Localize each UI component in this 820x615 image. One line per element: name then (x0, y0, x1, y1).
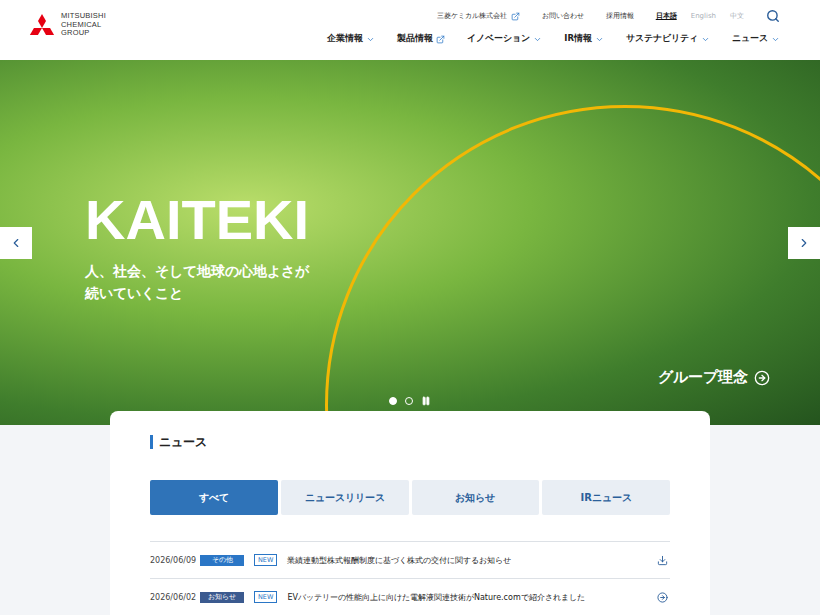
chevron-down-icon (595, 35, 604, 44)
main-nav: 企業情報 製品情報 イノベーション IR情報 サステナビリティ ニュース (327, 33, 780, 45)
site-header: MITSUBISHICHEMICALGROUP 三菱ケミカル株式会社 お問い合わせ 採… (0, 0, 820, 60)
next-slide-button[interactable] (788, 227, 820, 259)
philosophy-link[interactable]: グループ理念 (658, 368, 770, 387)
pause-button[interactable] (421, 396, 431, 406)
news-tabs: すべてニュースリリースお知らせIRニュース (150, 480, 670, 515)
news-tag: その他 (200, 555, 244, 566)
circle-arrow-right-icon (754, 370, 770, 386)
news-tab[interactable]: お知らせ (412, 480, 540, 515)
language-link[interactable]: 中文 (730, 11, 744, 21)
pause-icon (421, 396, 431, 406)
chevron-down-icon (533, 35, 542, 44)
hero-subtitle: 人、社会、そして地球の心地よさが続いていくこと (85, 260, 820, 304)
nav-item[interactable]: 製品情報 (397, 33, 445, 45)
language-switch: 日本語 English 中文 (656, 11, 744, 21)
chevron-down-icon (701, 35, 710, 44)
logo-text: MITSUBISHICHEMICALGROUP (61, 12, 106, 38)
external-link-icon (511, 12, 520, 21)
news-date: 2026/06/02 (150, 593, 190, 602)
news-list: 2026/06/09 その他 NEW 業績連動型株式報酬制度に基づく株式の交付に関する… (150, 541, 670, 615)
news-tag: お知らせ (200, 592, 244, 603)
new-badge: NEW (254, 554, 277, 566)
utility-link[interactable]: 三菱ケミカル株式会社 (437, 11, 520, 21)
hero-title: KAITEKI (85, 192, 820, 248)
nav-item[interactable]: ニュース (732, 33, 780, 45)
slide-dot[interactable] (405, 397, 413, 405)
news-headline: EVバッテリーの性能向上に向けた電解液関連技術がNature.comで紹介されま… (287, 592, 647, 603)
news-date: 2026/06/09 (150, 556, 190, 565)
download-icon (657, 555, 668, 566)
language-link[interactable]: 日本語 (656, 11, 677, 21)
news-card: ニュースすべてニュースリリースお知らせIRニュース2026/06/09その他NE… (110, 411, 710, 615)
news-tab[interactable]: IRニュース (542, 480, 670, 515)
news-tab[interactable]: ニュースリリース (281, 480, 409, 515)
nav-item[interactable]: サステナビリティ (626, 33, 710, 45)
news-headline: 業績連動型株式報酬制度に基づく株式の交付に関するお知らせ (287, 555, 647, 566)
hero-carousel: KAITEKI 人、社会、そして地球の心地よさが続いていくことグループ理念 (0, 60, 820, 425)
circle-arrow-right-icon (657, 592, 668, 603)
utility-link[interactable]: お問い合わせ (542, 11, 584, 21)
language-link[interactable]: English (691, 12, 716, 20)
news-row[interactable]: 2026/06/02 お知らせ NEW EVバッテリーの性能向上に向けた電解液関連技術… (150, 578, 670, 615)
prev-slide-button[interactable] (0, 227, 32, 259)
slide-indicators (389, 396, 431, 406)
external-link-icon (436, 35, 445, 44)
search-icon[interactable] (766, 9, 780, 23)
news-tab[interactable]: すべて (150, 480, 278, 515)
news-row[interactable]: 2026/06/09 その他 NEW 業績連動型株式報酬制度に基づく株式の交付に関する… (150, 541, 670, 578)
chevron-left-icon (9, 236, 23, 250)
news-title: ニュース (150, 435, 670, 449)
mitsubishi-mark-icon (27, 14, 57, 36)
chevron-right-icon (797, 236, 811, 250)
new-badge: NEW (254, 591, 277, 603)
chevron-down-icon (366, 35, 375, 44)
chevron-down-icon (771, 35, 780, 44)
nav-item[interactable]: イノベーション (467, 33, 542, 45)
utility-bar: 三菱ケミカル株式会社 お問い合わせ 採用情報 日本語 English 中文 (437, 9, 780, 23)
logo[interactable]: MITSUBISHICHEMICALGROUP (27, 12, 106, 38)
nav-item[interactable]: 企業情報 (327, 33, 375, 45)
nav-item[interactable]: IR情報 (564, 33, 604, 45)
utility-link[interactable]: 採用情報 (606, 11, 634, 21)
slide-dot[interactable] (389, 397, 397, 405)
